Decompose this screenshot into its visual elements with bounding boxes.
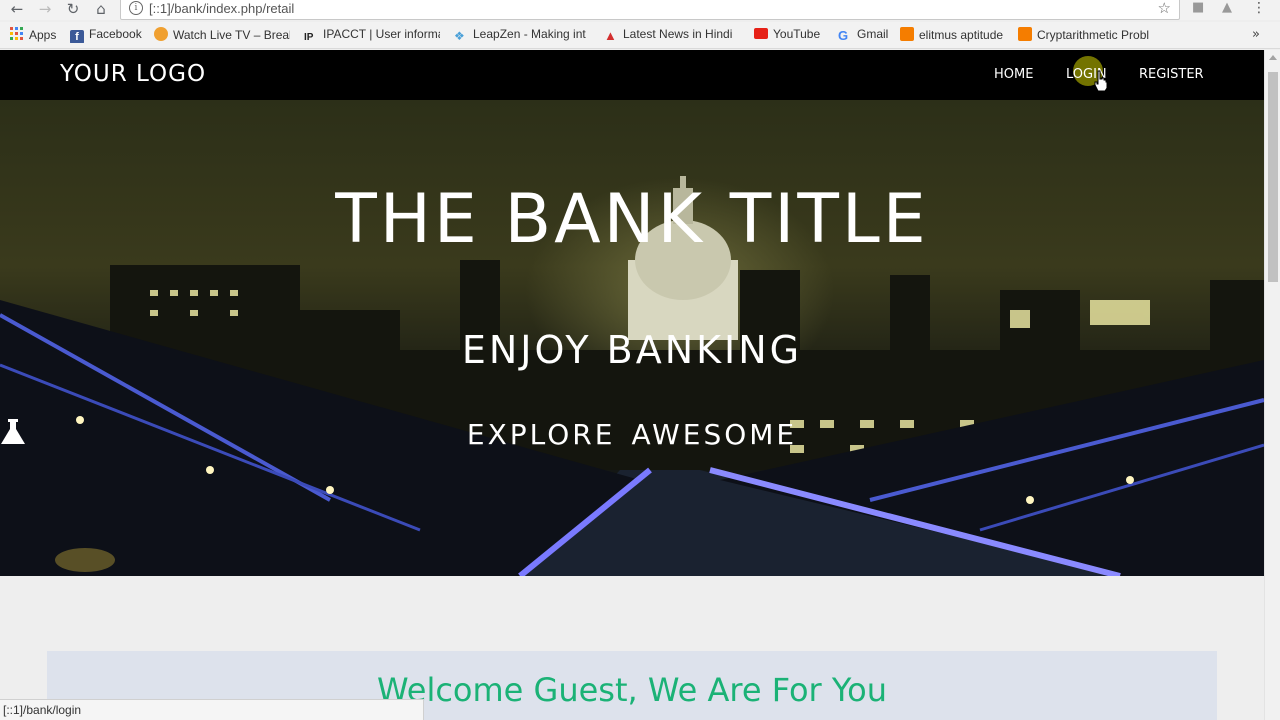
hero-banner: THE BANK TITLE ENJOY BANKING EXPLORE AWE… bbox=[0, 100, 1264, 576]
bookmark-label: YouTube bbox=[773, 27, 821, 41]
address-url[interactable]: [::1]/bank/index.php/retail bbox=[149, 1, 294, 16]
home-icon[interactable]: ⌂ bbox=[90, 0, 112, 18]
bookmarks-bar: Apps f Facebook Watch Live TV – Break IP I… bbox=[0, 22, 1280, 49]
bookmark-ipacct[interactable]: IP IPACCT | User informa bbox=[304, 27, 440, 43]
facebook-icon: f bbox=[70, 30, 84, 43]
bookmark-cryptarithmetic[interactable]: Cryptarithmetic Probl bbox=[1018, 27, 1156, 43]
bookmark-label: Facebook bbox=[89, 27, 142, 41]
awesome-text: AWESOME bbox=[631, 418, 798, 451]
bookmark-elitmus[interactable]: elitmus aptitude bbox=[900, 27, 1012, 43]
web-page: YOUR LOGO HOME LOGIN REGISTER THE BANK T… bbox=[0, 50, 1264, 720]
reload-icon[interactable]: ↻ bbox=[62, 0, 84, 18]
leapzen-icon: ❖ bbox=[454, 29, 465, 43]
page-scrollbar[interactable] bbox=[1264, 50, 1280, 720]
hero-explore-line: EXPLORE AWESOME bbox=[0, 418, 1264, 451]
bookmark-label: Apps bbox=[29, 28, 57, 42]
bookmark-latest-news[interactable]: ▲ Latest News in Hindi bbox=[604, 27, 740, 43]
google-icon: G bbox=[838, 28, 849, 43]
bookmark-facebook[interactable]: f Facebook bbox=[70, 27, 146, 43]
bookmark-watch-live-tv[interactable]: Watch Live TV – Break bbox=[154, 27, 290, 43]
bookmark-label: elitmus aptitude bbox=[919, 28, 1004, 42]
explore-text: EXPLORE bbox=[466, 418, 616, 451]
pdf-extension-icon[interactable]: ▲ bbox=[1222, 0, 1232, 15]
back-arrow-icon[interactable]: ← bbox=[6, 0, 28, 18]
apps-grid-icon bbox=[10, 27, 24, 41]
bookmark-youtube[interactable]: YouTube bbox=[754, 27, 828, 43]
watch-live-tv-icon bbox=[154, 27, 168, 41]
browser-toolbar: ← → ↻ ⌂ i [::1]/bank/index.php/retail ☆ … bbox=[0, 0, 1280, 20]
bookmark-leapzen[interactable]: ❖ LeapZen - Making int bbox=[454, 27, 590, 43]
ipacct-icon: IP bbox=[304, 32, 314, 43]
nav-register-link[interactable]: REGISTER bbox=[1139, 67, 1204, 82]
bookmark-label: Latest News in Hindi bbox=[623, 27, 733, 41]
nav-home-link[interactable]: HOME bbox=[994, 67, 1033, 82]
browser-menu-icon[interactable]: ⋮ bbox=[1252, 0, 1266, 16]
bookmark-label: Cryptarithmetic Probl bbox=[1037, 28, 1150, 42]
blogger-icon bbox=[1018, 27, 1032, 41]
blogger-icon bbox=[900, 27, 914, 41]
forward-arrow-icon[interactable]: → bbox=[34, 0, 56, 18]
bookmark-label: IPACCT | User informa bbox=[323, 27, 440, 41]
bookmark-star-icon[interactable]: ☆ bbox=[1158, 0, 1171, 17]
hand-cursor-icon bbox=[1094, 70, 1108, 92]
site-logo[interactable]: YOUR LOGO bbox=[60, 61, 206, 87]
bookmark-gmail[interactable]: G Gmail bbox=[838, 27, 894, 43]
hero-subtitle: ENJOY BANKING bbox=[461, 328, 803, 372]
site-navbar: YOUR LOGO HOME LOGIN REGISTER bbox=[0, 50, 1264, 100]
scroll-up-arrow-icon[interactable] bbox=[1269, 55, 1277, 60]
extension-icon[interactable]: ■ bbox=[1192, 0, 1204, 15]
bookmark-label: Watch Live TV – Break bbox=[173, 28, 290, 42]
scrollbar-thumb[interactable] bbox=[1268, 72, 1278, 282]
link-status-bar: [::1]/bank/login bbox=[0, 699, 424, 720]
info-icon[interactable]: i bbox=[129, 1, 143, 15]
bookmark-label: Gmail bbox=[857, 27, 889, 41]
more-bookmarks-icon[interactable]: » bbox=[1252, 27, 1260, 42]
youtube-icon bbox=[754, 28, 768, 39]
address-bar[interactable]: i [::1]/bank/index.php/retail ☆ bbox=[120, 0, 1180, 20]
bookmark-apps[interactable]: Apps bbox=[10, 27, 70, 43]
bookmark-label: LeapZen - Making int bbox=[473, 27, 586, 41]
hero-title: THE BANK TITLE bbox=[335, 180, 929, 259]
news-icon: ▲ bbox=[604, 28, 617, 43]
